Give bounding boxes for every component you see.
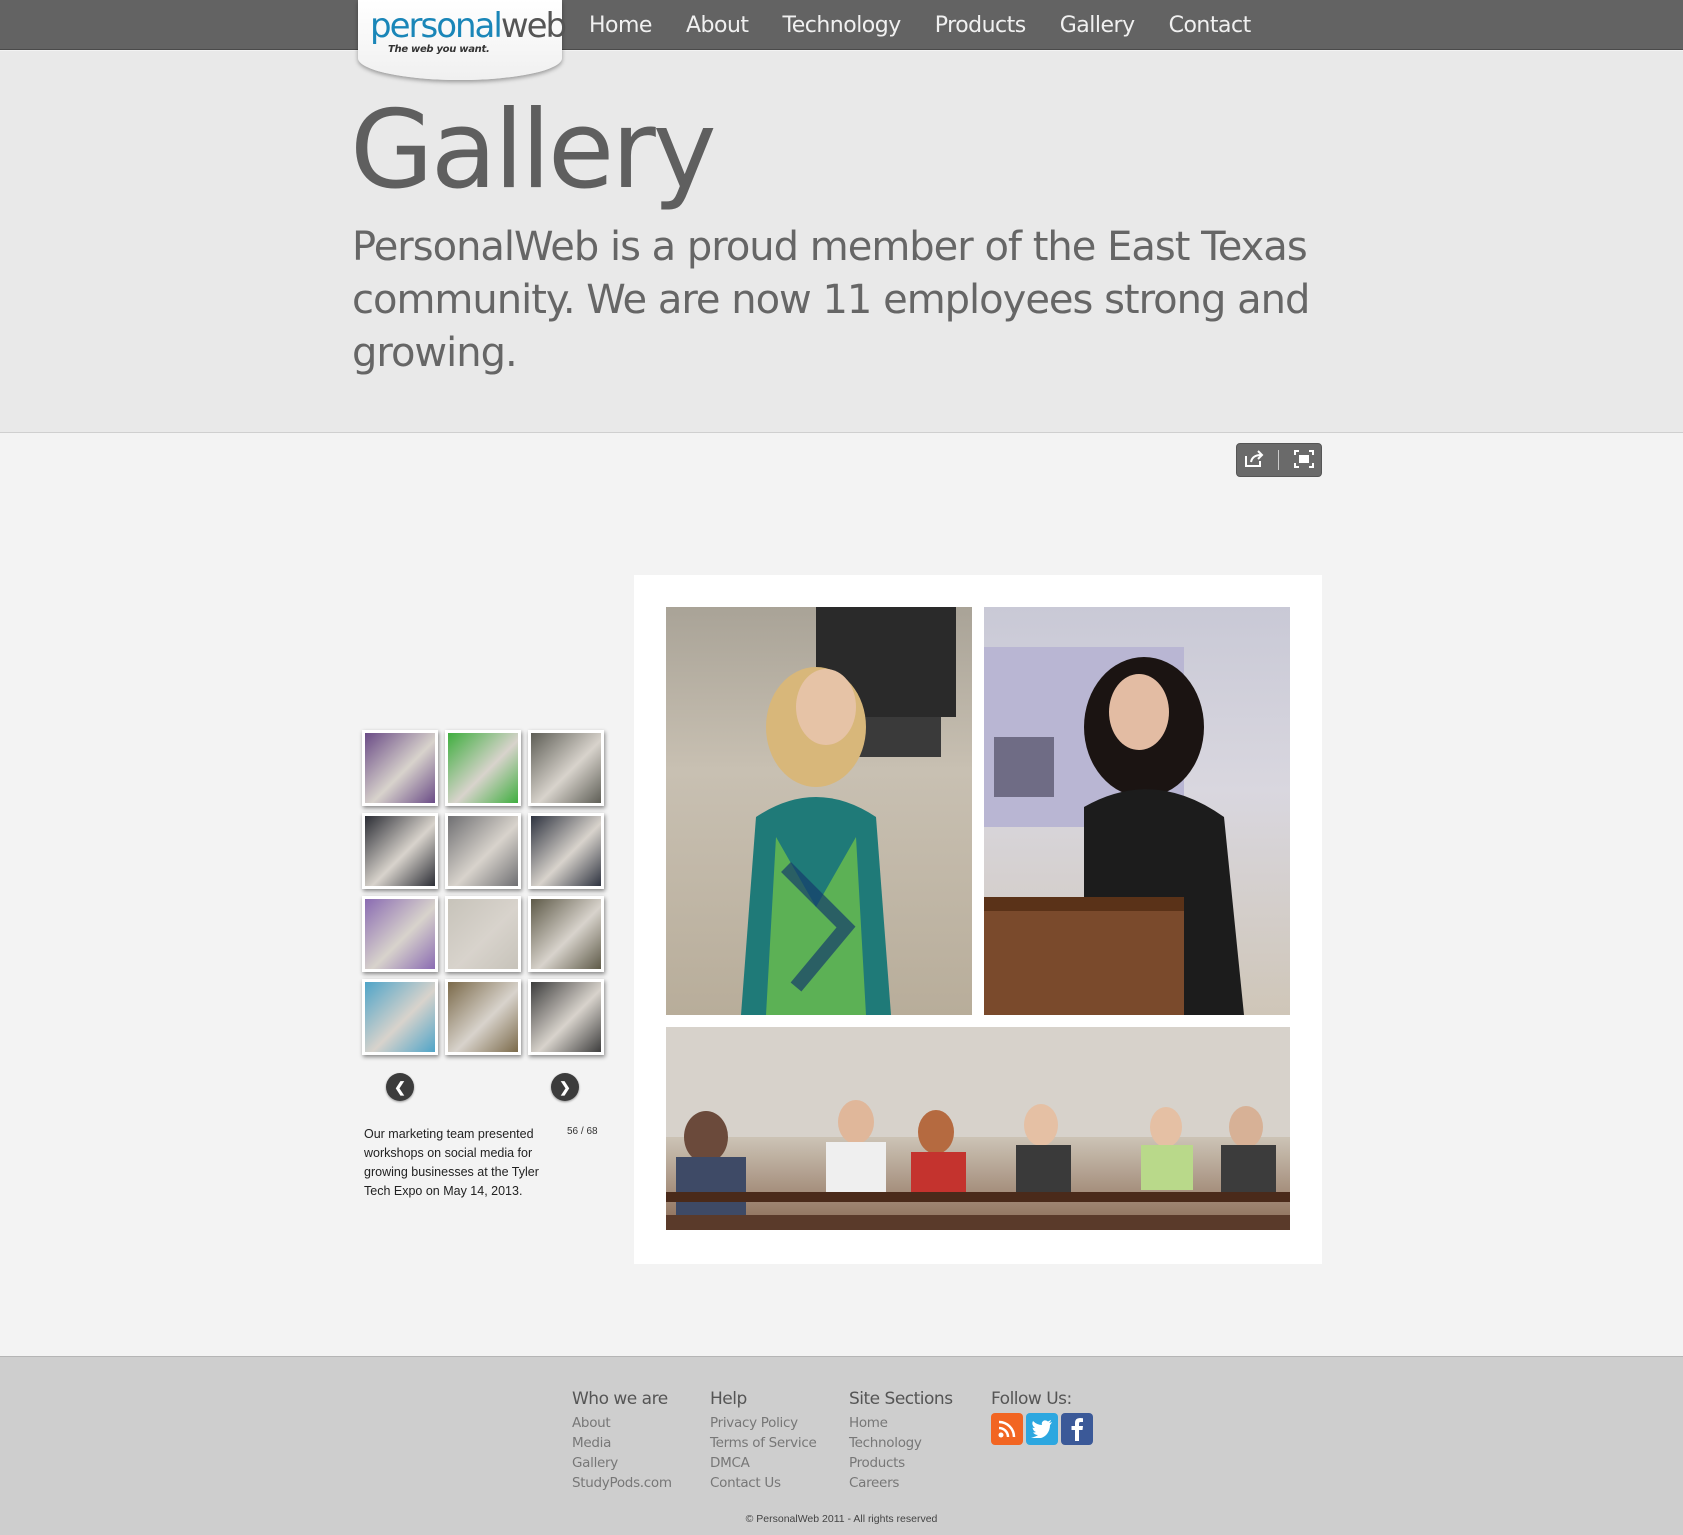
prev-button[interactable]: ❮	[386, 1073, 414, 1101]
thumbnail[interactable]	[445, 896, 521, 972]
thumbnail-image	[365, 816, 435, 886]
nav-about[interactable]: About	[686, 13, 749, 38]
thumbnail-image	[365, 733, 435, 803]
photo-presenter-left	[666, 607, 972, 1015]
main-photo[interactable]	[634, 575, 1322, 1264]
thumbnail[interactable]	[362, 813, 438, 889]
nav-gallery[interactable]: Gallery	[1060, 13, 1135, 38]
thumbnail[interactable]	[528, 813, 604, 889]
thumbnail-image	[365, 982, 435, 1052]
logo-wordmark: personalweb	[370, 6, 567, 46]
nav-products[interactable]: Products	[935, 13, 1027, 38]
thumbnail-image	[531, 982, 601, 1052]
thumbnail[interactable]	[528, 896, 604, 972]
footer-link[interactable]: Terms of Service	[710, 1433, 817, 1453]
page-title: Gallery	[350, 88, 717, 213]
rss-icon[interactable]	[991, 1413, 1023, 1445]
main-nav: Home About Technology Products Gallery C…	[589, 0, 1285, 50]
thumbnail[interactable]	[528, 730, 604, 806]
share-icon[interactable]	[1244, 449, 1264, 471]
logo-tagline: The web you want.	[388, 44, 490, 55]
thumbnail[interactable]	[362, 979, 438, 1055]
photo-counter: 56 / 68	[567, 1126, 598, 1137]
nav-contact[interactable]: Contact	[1169, 13, 1252, 38]
thumbnail-image	[531, 816, 601, 886]
next-button[interactable]: ❯	[551, 1073, 579, 1101]
footer-heading: Help	[710, 1389, 747, 1409]
footer-link[interactable]: DMCA	[710, 1453, 816, 1473]
thumbnail-image	[531, 899, 601, 969]
footer-link[interactable]: Home	[849, 1413, 953, 1433]
facebook-icon[interactable]	[1061, 1413, 1093, 1445]
fullscreen-icon[interactable]	[1293, 449, 1314, 471]
thumbnail-image	[448, 816, 518, 886]
thumbnail-grid	[362, 730, 605, 1055]
copyright-text: © PersonalWeb 2011 - All rights reserved	[745, 1513, 938, 1525]
thumbnail[interactable]	[528, 979, 604, 1055]
footer-col-follow: Follow Us:	[991, 1389, 1093, 1445]
footer-col-site-sections: Site Sections Home Technology Products C…	[849, 1389, 953, 1493]
toolbar-divider	[1278, 450, 1280, 470]
footer-col-who-we-are: Who we are About Media Gallery StudyPods…	[572, 1389, 672, 1493]
nav-technology[interactable]: Technology	[783, 13, 902, 38]
footer-link[interactable]: StudyPods.com	[572, 1473, 672, 1493]
footer-link[interactable]: Technology	[849, 1433, 953, 1453]
footer-link[interactable]: Careers	[849, 1473, 953, 1493]
chevron-right-icon: ❯	[559, 1078, 571, 1095]
footer-link[interactable]: Privacy Policy	[710, 1413, 816, 1433]
photo-audience	[666, 1027, 1290, 1230]
footer-link[interactable]: Contact Us	[710, 1473, 816, 1493]
thumbnail[interactable]	[362, 896, 438, 972]
intro-text: PersonalWeb is a proud member of the Eas…	[352, 224, 1310, 376]
thumbnail[interactable]	[445, 730, 521, 806]
nav-home[interactable]: Home	[589, 13, 652, 38]
footer-heading: Follow Us:	[991, 1389, 1072, 1409]
social-links	[991, 1413, 1093, 1445]
site-footer: Who we are About Media Gallery StudyPods…	[0, 1356, 1683, 1535]
hero-section: Gallery PersonalWeb is a proud member of…	[0, 51, 1683, 433]
top-nav-bar: personalweb The web you want. Home About…	[0, 0, 1683, 80]
logo[interactable]: personalweb The web you want.	[358, 0, 567, 80]
footer-link[interactable]: Gallery	[572, 1453, 672, 1473]
thumbnail[interactable]	[445, 813, 521, 889]
thumbnail[interactable]	[445, 979, 521, 1055]
photo-presenter-right	[984, 607, 1290, 1015]
thumbnail-image	[448, 733, 518, 803]
footer-link[interactable]: Media	[572, 1433, 672, 1453]
chevron-left-icon: ❮	[394, 1078, 406, 1095]
footer-link[interactable]: About	[572, 1413, 672, 1433]
thumbnail-image	[448, 899, 518, 969]
twitter-icon[interactable]	[1026, 1413, 1058, 1445]
thumbnail-image	[365, 899, 435, 969]
footer-heading: Site Sections	[849, 1389, 953, 1409]
footer-col-help: Help Privacy Policy Terms of Service DMC…	[710, 1389, 817, 1493]
footer-link[interactable]: Products	[849, 1453, 953, 1473]
thumbnail[interactable]	[362, 730, 438, 806]
gallery-toolbar	[1236, 443, 1322, 477]
thumbnail-image	[531, 733, 601, 803]
footer-heading: Who we are	[572, 1389, 668, 1409]
photo-caption: Our marketing team presented workshops o…	[364, 1127, 539, 1198]
thumbnail-image	[448, 982, 518, 1052]
